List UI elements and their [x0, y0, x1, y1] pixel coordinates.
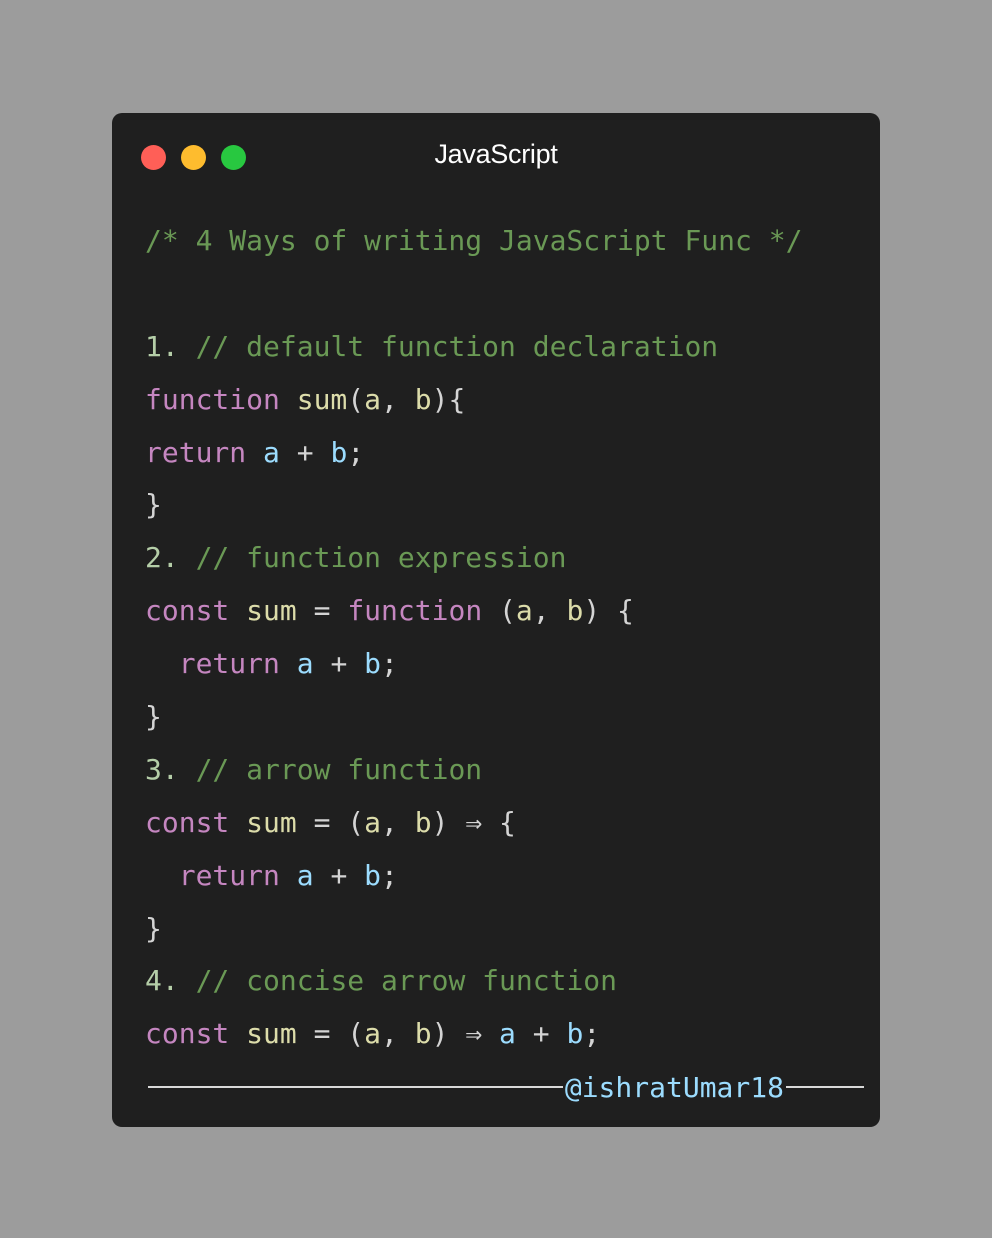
code-line: /* 4 Ways of writing JavaScript Func */ — [145, 215, 865, 268]
code-token: // default function declaration — [195, 329, 719, 363]
signature-rule-right — [786, 1086, 864, 1088]
code-line: const sum = function (a, b) { — [145, 585, 865, 638]
code-token: } — [145, 911, 162, 945]
code-token: sum — [246, 805, 297, 839]
code-line: const sum = (a, b) ⇒ { — [145, 797, 865, 850]
code-window: JavaScript /* 4 Ways of writing JavaScri… — [112, 113, 880, 1127]
code-token: ; — [347, 435, 365, 469]
code-token: const — [145, 594, 247, 628]
code-token: + — [515, 1017, 567, 1051]
code-token: ( — [499, 594, 516, 628]
signature-rule-left — [148, 1086, 563, 1088]
code-token: ) { — [583, 594, 634, 628]
code-token: + — [279, 435, 331, 469]
code-token: a — [499, 1017, 516, 1051]
code-token: a — [364, 805, 382, 839]
signature-row: @ishratUmar18 — [148, 1069, 864, 1105]
code-token: sum — [296, 382, 348, 416]
code-line: 1. // default function declaration — [145, 321, 865, 374]
title-bar: JavaScript — [112, 113, 880, 201]
code-token: const — [145, 805, 247, 839]
code-token: a — [515, 594, 533, 628]
code-token: } — [145, 488, 162, 522]
code-token: b — [414, 1017, 432, 1051]
code-line: 3. // arrow function — [145, 744, 865, 797]
code-token: /* 4 Ways of writing JavaScript Func */ — [145, 224, 803, 257]
code-token: , — [381, 805, 415, 839]
code-token: function — [145, 382, 297, 416]
code-token: , — [381, 1017, 415, 1051]
code-token: + — [313, 858, 365, 892]
code-token: a — [296, 647, 314, 681]
code-token: b — [566, 1017, 584, 1051]
code-token: return — [178, 858, 297, 892]
code-line: const sum = (a, b) ⇒ a + b; — [145, 1008, 865, 1061]
code-token: b — [414, 382, 432, 416]
code-token: ){ — [431, 382, 466, 416]
code-token: b — [364, 858, 382, 892]
code-token: return — [178, 647, 297, 681]
window-title: JavaScript — [434, 139, 558, 169]
code-token: ) ⇒ — [431, 1017, 500, 1051]
code-token: ; — [381, 858, 398, 892]
code-token: // concise arrow function — [195, 964, 618, 998]
code-token: , — [381, 382, 415, 416]
code-token: sum — [246, 1017, 297, 1051]
code-token: function — [347, 594, 500, 628]
code-token: a — [364, 1017, 382, 1051]
code-token: 2. — [145, 541, 196, 575]
code-token: , — [532, 594, 567, 628]
code-token: a — [296, 858, 314, 892]
code-token: = — [296, 594, 348, 628]
code-token: a — [263, 435, 280, 469]
code-token: return — [145, 435, 264, 469]
code-token: ( — [347, 382, 365, 416]
code-token: + — [313, 647, 365, 681]
code-line: function sum(a, b){ — [145, 374, 865, 427]
code-token: b — [414, 805, 432, 839]
code-token: 3. — [145, 752, 196, 786]
code-token: 4. — [145, 964, 196, 998]
code-token: ; — [583, 1017, 601, 1051]
code-token: = ( — [296, 1017, 365, 1051]
code-token: // function expression — [195, 541, 567, 575]
code-line: 2. // function expression — [145, 532, 865, 585]
author-handle: @ishratUmar18 — [564, 1070, 784, 1104]
code-token: ; — [381, 647, 398, 681]
code-line: 4. // concise arrow function — [145, 955, 865, 1008]
code-block: /* 4 Ways of writing JavaScript Func */ … — [145, 215, 865, 1061]
code-line: return a + b; — [145, 638, 865, 691]
code-token: // arrow function — [195, 752, 483, 786]
code-line: } — [145, 691, 865, 744]
code-line: return a + b; — [145, 850, 865, 903]
code-token: b — [566, 594, 584, 628]
code-token: const — [145, 1017, 247, 1051]
code-token: a — [364, 382, 382, 416]
code-line: } — [145, 479, 865, 532]
code-token: ) ⇒ { — [431, 805, 516, 839]
code-token: b — [330, 435, 348, 469]
code-token: = ( — [296, 805, 365, 839]
code-line: } — [145, 903, 865, 956]
code-token: sum — [246, 594, 297, 628]
code-line: return a + b; — [145, 427, 865, 480]
code-token: 1. — [145, 329, 196, 363]
code-token: } — [145, 700, 162, 734]
code-token: b — [364, 647, 382, 681]
